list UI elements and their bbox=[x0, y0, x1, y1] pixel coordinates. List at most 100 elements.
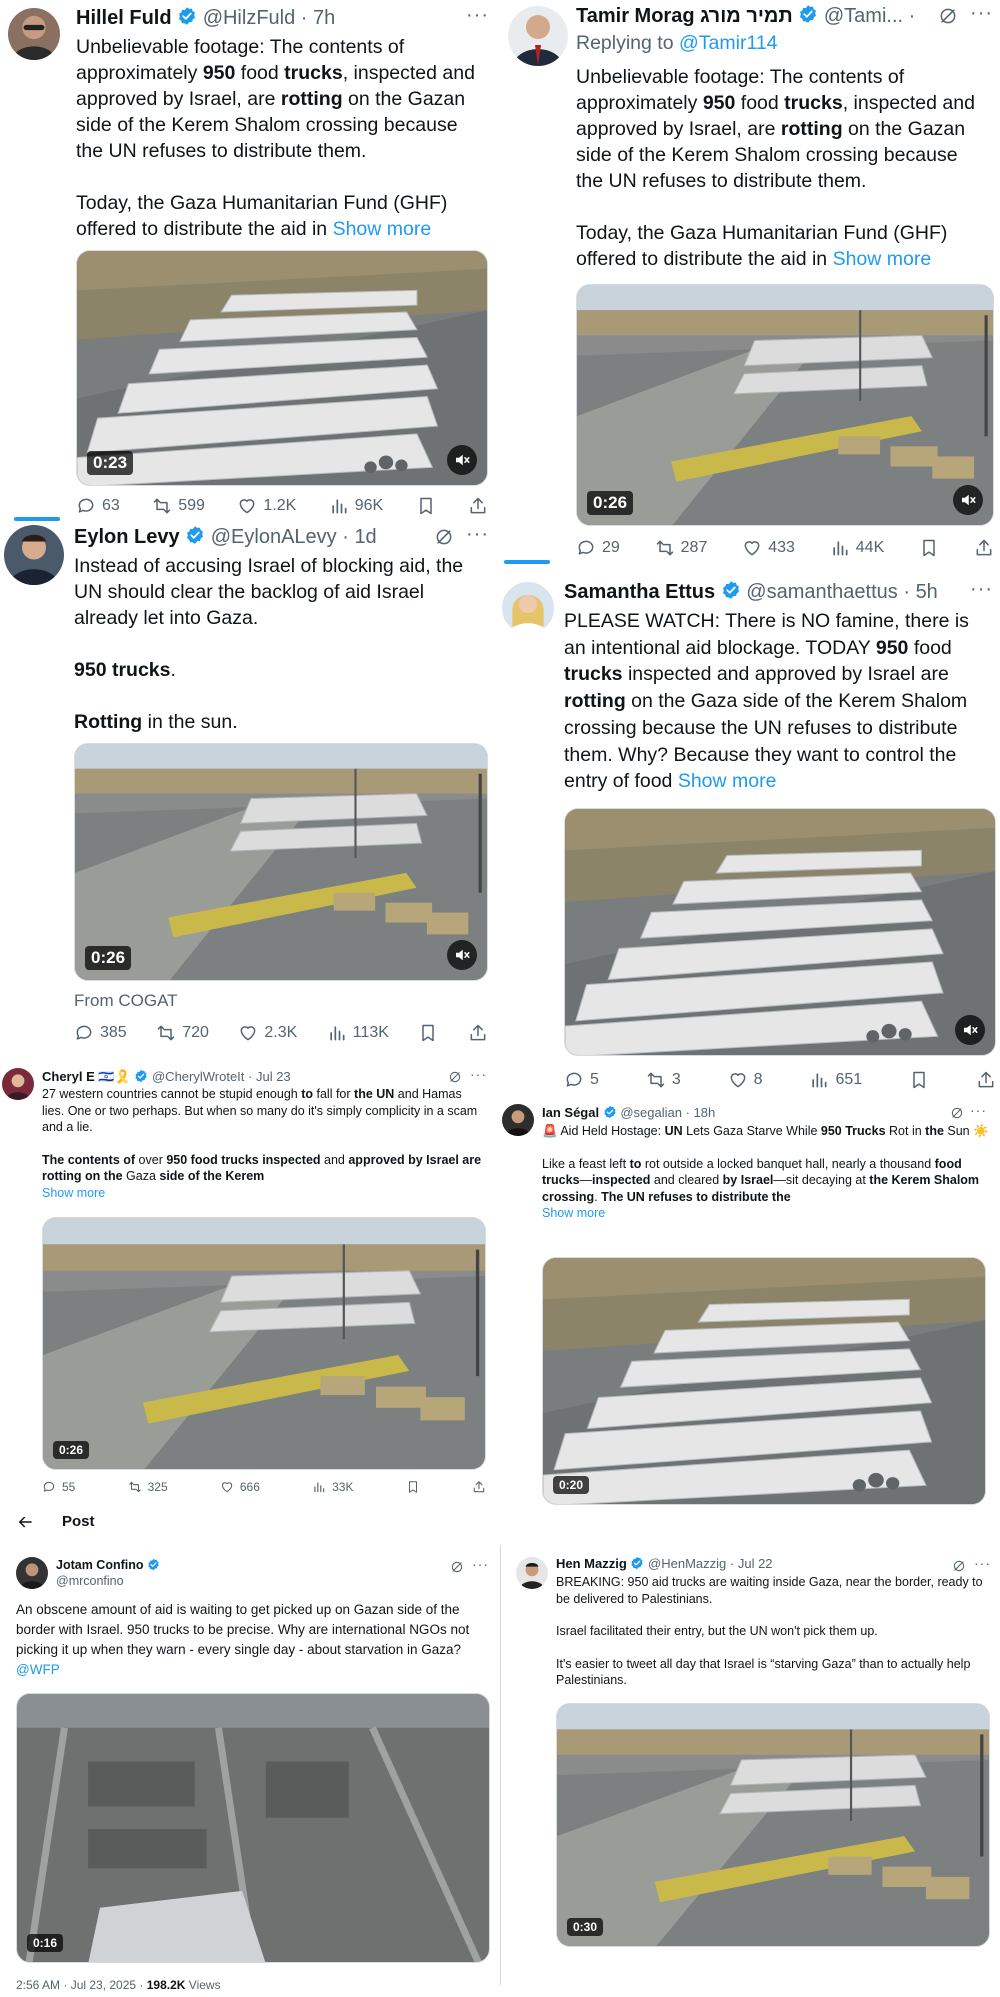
mute-icon[interactable] bbox=[447, 940, 477, 970]
reply-button[interactable]: 63 bbox=[76, 496, 120, 515]
bookmark-button[interactable] bbox=[406, 1480, 420, 1494]
more-icon[interactable]: ··· bbox=[970, 2, 993, 25]
show-more-link[interactable]: Show more bbox=[542, 1206, 605, 1220]
author-handle[interactable]: @EylonALevy bbox=[211, 526, 337, 548]
tweet-hen-mazzig[interactable]: Hen Mazzig @HenMazzig · Jul 22 ··· BREAK… bbox=[500, 1505, 1000, 1997]
video-player[interactable] bbox=[564, 808, 996, 1056]
timestamp[interactable]: 18h bbox=[694, 1105, 716, 1120]
author-name[interactable]: Hillel Fuld bbox=[76, 7, 172, 29]
more-icon[interactable]: ··· bbox=[974, 1555, 991, 1571]
grok-icon[interactable] bbox=[434, 527, 454, 547]
mute-icon[interactable] bbox=[953, 485, 983, 515]
avatar[interactable] bbox=[2, 1068, 34, 1100]
author-handle[interactable]: @HenMazzig bbox=[648, 1556, 726, 1571]
author-name[interactable]: Eylon Levy bbox=[74, 526, 180, 548]
share-button[interactable] bbox=[472, 1480, 486, 1494]
author-handle[interactable]: @HilzFuld bbox=[203, 7, 296, 29]
share-button[interactable] bbox=[976, 1070, 996, 1090]
author-handle[interactable]: @segalian bbox=[620, 1105, 682, 1120]
more-icon[interactable]: ··· bbox=[466, 4, 489, 27]
tweet-hillel-fuld[interactable]: Hillel Fuld @HilzFuld · 7h ··· Unbelieva… bbox=[0, 0, 500, 515]
reply-button[interactable]: 55 bbox=[42, 1480, 75, 1494]
bookmark-button[interactable] bbox=[416, 496, 436, 515]
show-more-link[interactable]: Show more bbox=[678, 770, 777, 792]
bookmark-button[interactable] bbox=[418, 1023, 438, 1043]
author-name[interactable]: Cheryl E 🇮🇱🎗️ bbox=[42, 1069, 131, 1084]
share-button[interactable] bbox=[468, 496, 488, 515]
tweet-eylon-levy[interactable]: Eylon Levy @EylonALevy · 1d ··· Instead … bbox=[0, 515, 500, 1060]
like-button[interactable]: 433 bbox=[742, 538, 795, 558]
views-button[interactable]: 96K bbox=[329, 496, 383, 515]
views-button[interactable]: 33K bbox=[312, 1480, 353, 1494]
author-name[interactable]: Jotam Confino bbox=[56, 1558, 144, 1572]
more-icon[interactable]: ··· bbox=[970, 578, 993, 601]
video-player[interactable]: 0:26 bbox=[74, 743, 488, 981]
tweet-ian-segal[interactable]: Ian Ségal @segalian · 18h ··· 🚨 Aid Held… bbox=[500, 1090, 1000, 1505]
show-more-link[interactable]: Show more bbox=[833, 248, 932, 270]
show-more-link[interactable]: Show more bbox=[42, 1186, 105, 1200]
avatar[interactable] bbox=[4, 525, 64, 585]
repost-button[interactable]: 325 bbox=[128, 1480, 168, 1494]
timestamp[interactable]: 5h bbox=[916, 581, 938, 603]
author-handle[interactable]: @Tami... bbox=[824, 5, 903, 27]
bookmark-button[interactable] bbox=[919, 538, 939, 558]
repost-button[interactable]: 599 bbox=[152, 496, 205, 515]
video-player[interactable]: 0:16 bbox=[16, 1693, 490, 1963]
timestamp[interactable]: Jul 23 bbox=[256, 1069, 291, 1084]
show-more-link[interactable]: Show more bbox=[333, 218, 432, 240]
grok-icon[interactable] bbox=[450, 1560, 464, 1574]
views-button[interactable]: 44K bbox=[830, 538, 884, 558]
share-button[interactable] bbox=[974, 538, 994, 558]
more-icon[interactable]: ··· bbox=[470, 1066, 487, 1082]
avatar[interactable] bbox=[502, 1104, 534, 1136]
timestamp[interactable]: Jul 22 bbox=[738, 1556, 773, 1571]
like-button[interactable]: 8 bbox=[728, 1070, 763, 1090]
reply-button[interactable]: 29 bbox=[576, 538, 620, 558]
more-icon[interactable]: ··· bbox=[466, 523, 489, 546]
tweet-jotam-confino[interactable]: Post Jotam Confino @mrconfino ··· An obs… bbox=[0, 1505, 500, 1997]
author-name[interactable]: Ian Ségal bbox=[542, 1105, 599, 1120]
video-player[interactable]: 0:26 bbox=[576, 284, 994, 526]
tweet-cheryl-e[interactable]: Cheryl E 🇮🇱🎗️ @CherylWroteIt · Jul 23 ··… bbox=[0, 1060, 500, 1505]
more-icon[interactable]: ··· bbox=[472, 1556, 489, 1572]
repost-button[interactable]: 720 bbox=[156, 1023, 209, 1043]
video-player[interactable]: 0:26 bbox=[42, 1217, 486, 1470]
more-icon[interactable]: ··· bbox=[970, 1102, 987, 1118]
video-player[interactable]: 0:20 bbox=[542, 1257, 986, 1505]
avatar[interactable] bbox=[8, 8, 60, 60]
views-button[interactable]: 113K bbox=[327, 1023, 389, 1043]
author-name[interactable]: Samantha Ettus bbox=[564, 581, 715, 603]
grok-icon[interactable] bbox=[938, 6, 958, 26]
grok-icon[interactable] bbox=[950, 1106, 964, 1120]
bookmark-button[interactable] bbox=[909, 1070, 929, 1090]
avatar[interactable] bbox=[16, 1557, 48, 1589]
avatar[interactable] bbox=[516, 1557, 548, 1589]
reply-button[interactable]: 5 bbox=[564, 1070, 599, 1090]
grok-icon[interactable] bbox=[448, 1070, 462, 1084]
author-name[interactable]: Tamir Morag תמיר מורג bbox=[576, 5, 793, 27]
avatar[interactable] bbox=[508, 6, 568, 66]
author-handle[interactable]: @mrconfino bbox=[56, 1574, 124, 1588]
grok-icon[interactable] bbox=[952, 1559, 966, 1573]
video-player[interactable]: 0:23 bbox=[76, 250, 488, 486]
mention-link[interactable]: @WFP bbox=[16, 1662, 60, 1677]
back-arrow-icon[interactable] bbox=[16, 1513, 34, 1531]
tweet-tamir-morag[interactable]: Tamir Morag תמיר מורג @Tami... · 8h ··· … bbox=[500, 0, 1000, 560]
timestamp[interactable]: 7h bbox=[313, 7, 335, 29]
share-button[interactable] bbox=[468, 1023, 488, 1043]
like-button[interactable]: 2.3K bbox=[238, 1023, 297, 1043]
repost-button[interactable]: 3 bbox=[646, 1070, 681, 1090]
author-handle[interactable]: @CherylWroteIt bbox=[152, 1069, 244, 1084]
author-name[interactable]: Hen Mazzig bbox=[556, 1556, 627, 1571]
reply-button[interactable]: 385 bbox=[74, 1023, 127, 1043]
avatar[interactable] bbox=[502, 582, 554, 634]
mute-icon[interactable] bbox=[955, 1015, 985, 1045]
like-button[interactable]: 1.2K bbox=[237, 496, 296, 515]
repost-button[interactable]: 287 bbox=[655, 538, 707, 558]
author-handle[interactable]: @samanthaettus bbox=[746, 581, 898, 603]
timestamp[interactable]: 1d bbox=[354, 526, 376, 548]
video-player[interactable]: 0:30 bbox=[556, 1703, 990, 1947]
like-button[interactable]: 666 bbox=[220, 1480, 260, 1494]
mute-icon[interactable] bbox=[447, 445, 477, 475]
reply-to-link[interactable]: @Tamir114 bbox=[679, 32, 778, 54]
